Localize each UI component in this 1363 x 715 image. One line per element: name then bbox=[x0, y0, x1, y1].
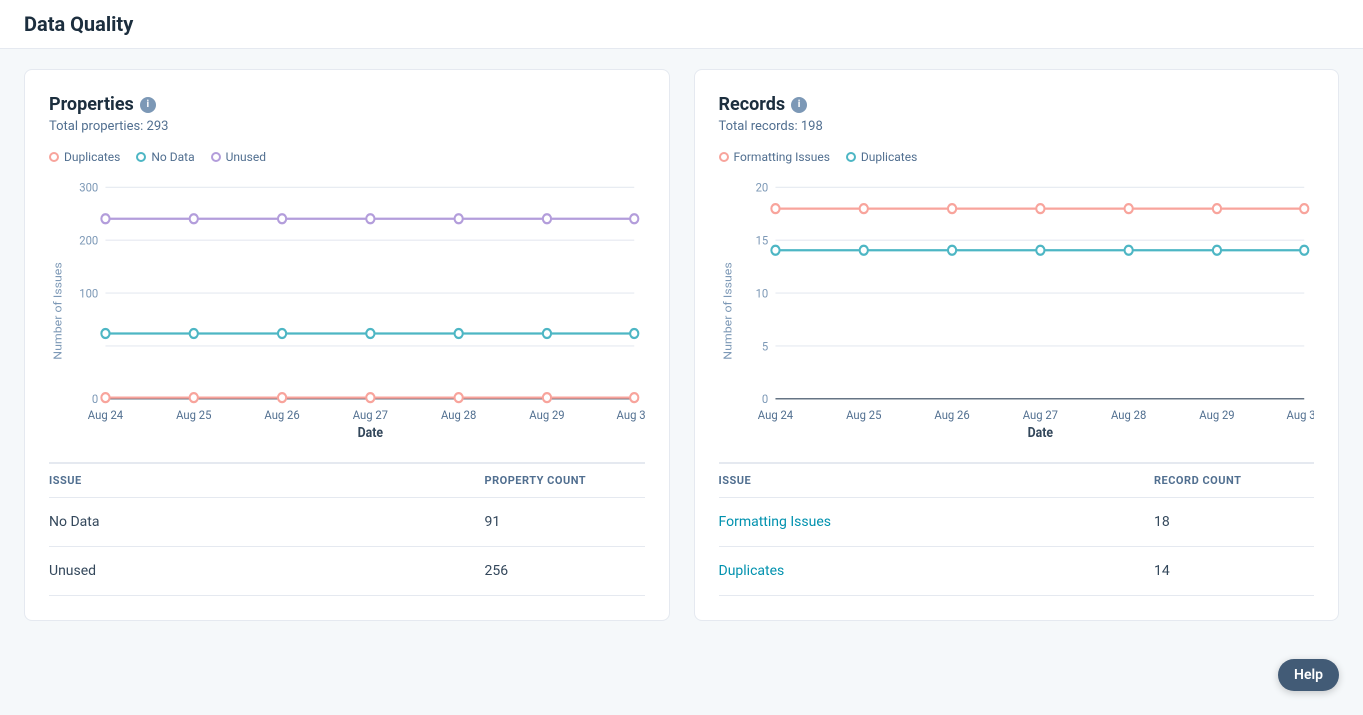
records-col-count: RECORD COUNT bbox=[1154, 474, 1314, 487]
svg-text:10: 10 bbox=[755, 286, 768, 301]
svg-text:Aug 25: Aug 25 bbox=[846, 408, 882, 423]
svg-text:Aug 30: Aug 30 bbox=[1286, 408, 1314, 423]
properties-chart: 300 200 100 0 Number of Issues bbox=[49, 176, 645, 446]
svg-text:0: 0 bbox=[92, 392, 98, 407]
table-row-formatting[interactable]: Formatting Issues 18 bbox=[719, 498, 1315, 547]
records-legend: Formatting Issues Duplicates bbox=[719, 150, 1315, 164]
svg-text:Aug 29: Aug 29 bbox=[1199, 408, 1234, 423]
formatting-count-cell: 18 bbox=[1154, 514, 1314, 530]
legend-item-duplicates: Duplicates bbox=[49, 150, 120, 164]
legend-dot-no-data bbox=[136, 152, 146, 162]
legend-dot-unused bbox=[211, 152, 221, 162]
svg-text:Aug 28: Aug 28 bbox=[441, 408, 476, 423]
svg-text:Aug 27: Aug 27 bbox=[353, 408, 389, 423]
records-col-issue: ISSUE bbox=[719, 474, 1155, 487]
page-title: Data Quality bbox=[24, 12, 1339, 36]
records-table-header: ISSUE RECORD COUNT bbox=[719, 464, 1315, 498]
properties-info-icon[interactable]: i bbox=[140, 97, 156, 113]
records-info-icon[interactable]: i bbox=[791, 97, 807, 113]
legend-item-unused: Unused bbox=[211, 150, 266, 164]
svg-text:Number of Issues: Number of Issues bbox=[51, 262, 64, 359]
svg-text:Aug 28: Aug 28 bbox=[1111, 408, 1146, 423]
svg-text:5: 5 bbox=[761, 339, 768, 354]
svg-text:Aug 27: Aug 27 bbox=[1022, 408, 1058, 423]
properties-subtitle: Total properties: 293 bbox=[49, 119, 645, 134]
table-row-no-data: No Data 91 bbox=[49, 498, 645, 547]
no-data-issue-cell: No Data bbox=[49, 514, 485, 530]
svg-text:300: 300 bbox=[79, 180, 98, 195]
main-content: Properties i Total properties: 293 Dupli… bbox=[0, 49, 1363, 641]
legend-item-formatting: Formatting Issues bbox=[719, 150, 830, 164]
svg-text:Aug 24: Aug 24 bbox=[88, 408, 124, 423]
svg-text:100: 100 bbox=[79, 286, 98, 301]
properties-col-count: PROPERTY COUNT bbox=[485, 474, 645, 487]
formatting-issue-cell[interactable]: Formatting Issues bbox=[719, 514, 1155, 530]
svg-text:Number of Issues: Number of Issues bbox=[720, 262, 733, 359]
duplicates-count-cell: 14 bbox=[1154, 563, 1314, 579]
svg-text:Date: Date bbox=[1027, 426, 1052, 442]
page-header: Data Quality bbox=[0, 0, 1363, 49]
records-chart: 20 15 10 5 0 Number of Issues bbox=[719, 176, 1315, 446]
properties-card-title: Properties i bbox=[49, 94, 645, 115]
svg-text:Aug 29: Aug 29 bbox=[529, 408, 564, 423]
svg-text:Date: Date bbox=[358, 426, 383, 442]
unused-issue-cell: Unused bbox=[49, 563, 485, 579]
properties-col-issue: ISSUE bbox=[49, 474, 485, 487]
duplicates-issue-cell[interactable]: Duplicates bbox=[719, 563, 1155, 579]
svg-text:Aug 26: Aug 26 bbox=[264, 408, 300, 423]
svg-text:Aug 30: Aug 30 bbox=[617, 408, 645, 423]
unused-count-cell: 256 bbox=[485, 563, 645, 579]
svg-text:0: 0 bbox=[761, 392, 767, 407]
records-card-title: Records i bbox=[719, 94, 1315, 115]
legend-dot-duplicates bbox=[49, 152, 59, 162]
properties-card: Properties i Total properties: 293 Dupli… bbox=[24, 69, 670, 621]
records-subtitle: Total records: 198 bbox=[719, 119, 1315, 134]
table-row-duplicates-records[interactable]: Duplicates 14 bbox=[719, 547, 1315, 596]
properties-legend: Duplicates No Data Unused bbox=[49, 150, 645, 164]
records-card: Records i Total records: 198 Formatting … bbox=[694, 69, 1340, 621]
svg-text:Aug 26: Aug 26 bbox=[934, 408, 970, 423]
legend-item-no-data: No Data bbox=[136, 150, 194, 164]
svg-text:Aug 25: Aug 25 bbox=[176, 408, 212, 423]
svg-text:20: 20 bbox=[755, 180, 768, 195]
svg-text:Aug 24: Aug 24 bbox=[757, 408, 793, 423]
legend-dot-formatting bbox=[719, 152, 729, 162]
table-row-unused: Unused 256 bbox=[49, 547, 645, 596]
svg-text:15: 15 bbox=[755, 233, 768, 248]
properties-table: ISSUE PROPERTY COUNT No Data 91 Unused 2… bbox=[49, 462, 645, 596]
properties-table-header: ISSUE PROPERTY COUNT bbox=[49, 464, 645, 498]
no-data-count-cell: 91 bbox=[485, 514, 645, 530]
help-button[interactable]: Help bbox=[1278, 659, 1339, 691]
records-table: ISSUE RECORD COUNT Formatting Issues 18 … bbox=[719, 462, 1315, 596]
legend-item-duplicates-records: Duplicates bbox=[846, 150, 917, 164]
legend-dot-duplicates-records bbox=[846, 152, 856, 162]
svg-text:200: 200 bbox=[79, 233, 98, 248]
